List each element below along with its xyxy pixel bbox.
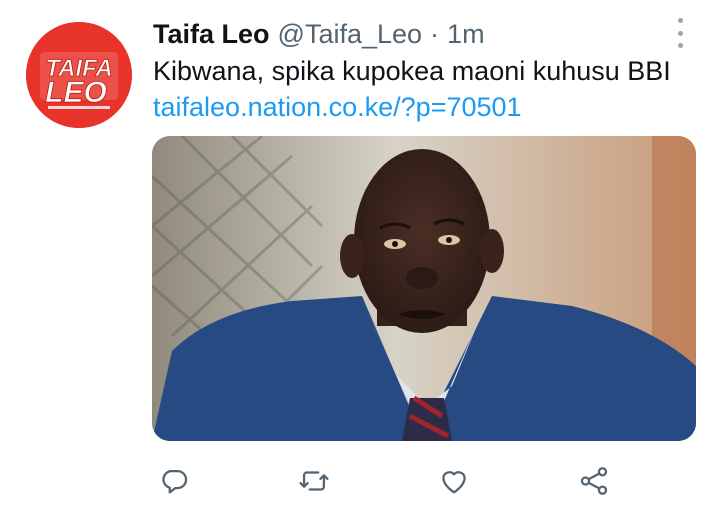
more-options-icon[interactable] bbox=[668, 18, 692, 48]
retweet-icon bbox=[299, 471, 329, 491]
avatar[interactable]: TAIFA LEO bbox=[26, 22, 132, 128]
like-icon bbox=[442, 471, 466, 494]
reply-button[interactable] bbox=[151, 458, 197, 504]
tweet-link[interactable]: taifaleo.nation.co.ke/?p=70501 bbox=[153, 92, 522, 123]
author-name[interactable]: Taifa Leo bbox=[153, 19, 270, 50]
logo-line2: LEO bbox=[45, 76, 107, 109]
tweet-actions bbox=[0, 458, 720, 504]
photo-image bbox=[152, 136, 696, 441]
taifa-leo-logo: TAIFA LEO bbox=[26, 22, 132, 128]
share-icon bbox=[580, 467, 608, 495]
tweet-time[interactable]: 1m bbox=[447, 19, 485, 50]
share-button[interactable] bbox=[571, 458, 617, 504]
like-button[interactable] bbox=[431, 458, 477, 504]
separator-dot: · bbox=[430, 18, 440, 49]
author-handle[interactable]: @Taifa_Leo bbox=[278, 19, 423, 50]
reply-icon bbox=[162, 469, 188, 494]
tweet-photo[interactable] bbox=[152, 136, 696, 441]
tweet-header: Taifa Leo @Taifa_Leo · 1m bbox=[153, 16, 485, 52]
retweet-button[interactable] bbox=[291, 458, 337, 504]
tweet-text: Kibwana, spika kupokea maoni kuhusu BBI bbox=[153, 56, 671, 86]
